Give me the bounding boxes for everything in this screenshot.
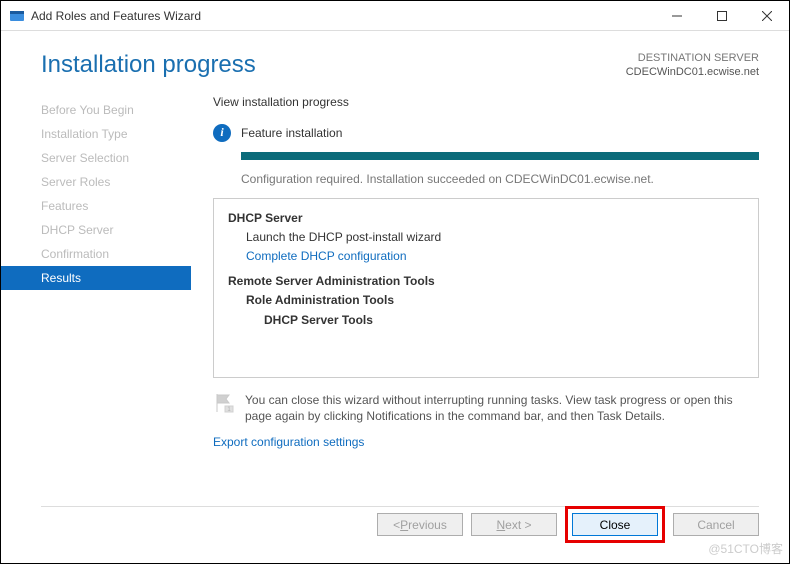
app-icon [9, 8, 25, 24]
close-window-button[interactable] [744, 1, 789, 30]
destination-block: DESTINATION SERVER CDECWinDC01.ecwise.ne… [626, 51, 759, 80]
details-role-admin-tools: Role Administration Tools [228, 291, 744, 310]
main-area: Before You Begin Installation Type Serve… [1, 90, 789, 450]
sidebar-item-server-roles: Server Roles [1, 170, 191, 194]
close-highlight-annotation: Close [565, 506, 665, 543]
link-export-config[interactable]: Export configuration settings [213, 435, 364, 449]
titlebar: Add Roles and Features Wizard [1, 1, 789, 31]
hint-row: 1 You can close this wizard without inte… [213, 392, 759, 426]
sidebar: Before You Begin Installation Type Serve… [1, 90, 191, 450]
link-complete-dhcp-config[interactable]: Complete DHCP configuration [228, 247, 744, 266]
destination-value: CDECWinDC01.ecwise.net [626, 65, 759, 79]
previous-button: < PPreviousrevious [377, 513, 463, 536]
sidebar-item-features: Features [1, 194, 191, 218]
flag-icon: 1 [213, 392, 235, 414]
progress-bar [241, 152, 759, 160]
sidebar-item-dhcp-server: DHCP Server [1, 218, 191, 242]
close-button[interactable]: Close [572, 513, 658, 536]
next-button: Next >Next > [471, 513, 557, 536]
cancel-button: Cancel [673, 513, 759, 536]
hint-text: You can close this wizard without interr… [245, 392, 759, 426]
page-title: Installation progress [41, 51, 256, 79]
details-rsat: Remote Server Administration Tools [228, 272, 744, 291]
destination-label: DESTINATION SERVER [626, 51, 759, 65]
details-launch-wizard: Launch the DHCP post-install wizard [228, 228, 744, 247]
details-dhcp-server-tools: DHCP Server Tools [228, 311, 744, 330]
sidebar-item-installation-type: Installation Type [1, 122, 191, 146]
sidebar-item-before-you-begin: Before You Begin [1, 98, 191, 122]
status-row: i Feature installation [213, 124, 759, 142]
sidebar-item-results[interactable]: Results [1, 266, 191, 290]
minimize-button[interactable] [654, 1, 699, 30]
sidebar-item-confirmation: Confirmation [1, 242, 191, 266]
content-title: View installation progress [213, 95, 759, 109]
window-title: Add Roles and Features Wizard [31, 9, 654, 23]
sidebar-item-server-selection: Server Selection [1, 146, 191, 170]
status-message: Configuration required. Installation suc… [241, 172, 759, 186]
info-icon: i [213, 124, 231, 142]
status-text: Feature installation [241, 126, 342, 140]
details-dhcp-server: DHCP Server [228, 209, 744, 228]
maximize-button[interactable] [699, 1, 744, 30]
details-box: DHCP Server Launch the DHCP post-install… [213, 198, 759, 378]
header: Installation progress DESTINATION SERVER… [1, 31, 789, 90]
content: View installation progress i Feature ins… [191, 90, 789, 450]
button-row: < PPreviousrevious Next >Next > Close Ca… [377, 506, 759, 543]
